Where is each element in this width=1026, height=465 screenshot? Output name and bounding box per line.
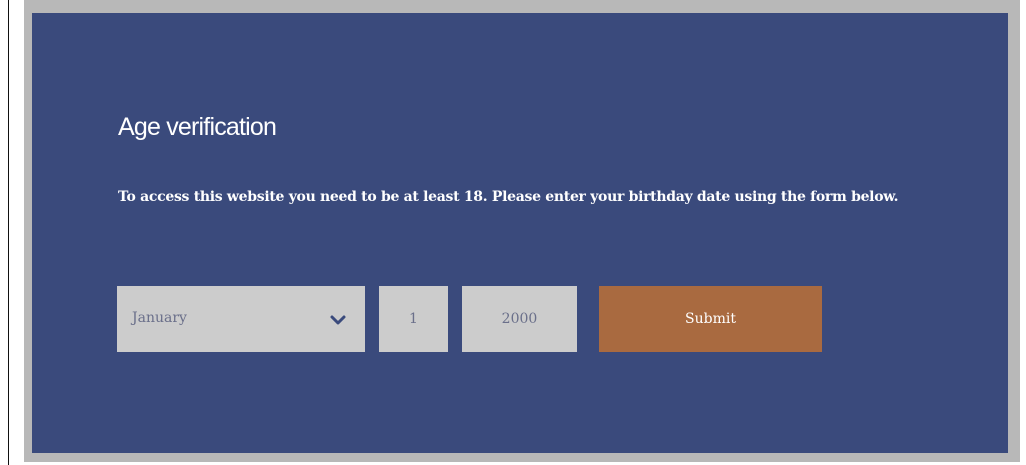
browser-viewport: o s i i i e Age verification To access t…: [0, 0, 1026, 465]
year-input-value: 2000: [501, 311, 538, 327]
day-input-value: 1: [409, 311, 418, 327]
age-verification-modal: Age verification To access this website …: [32, 13, 1008, 453]
day-input[interactable]: 1: [379, 286, 448, 352]
modal-title: Age verification: [118, 113, 277, 141]
month-select[interactable]: January: [117, 286, 365, 352]
submit-button[interactable]: Submit: [599, 286, 822, 352]
month-select-value: January: [132, 310, 187, 326]
modal-description: To access this website you need to be at…: [118, 189, 899, 205]
chevron-down-icon: [329, 311, 347, 329]
year-input[interactable]: 2000: [462, 286, 577, 352]
page-left-border: [8, 0, 9, 465]
